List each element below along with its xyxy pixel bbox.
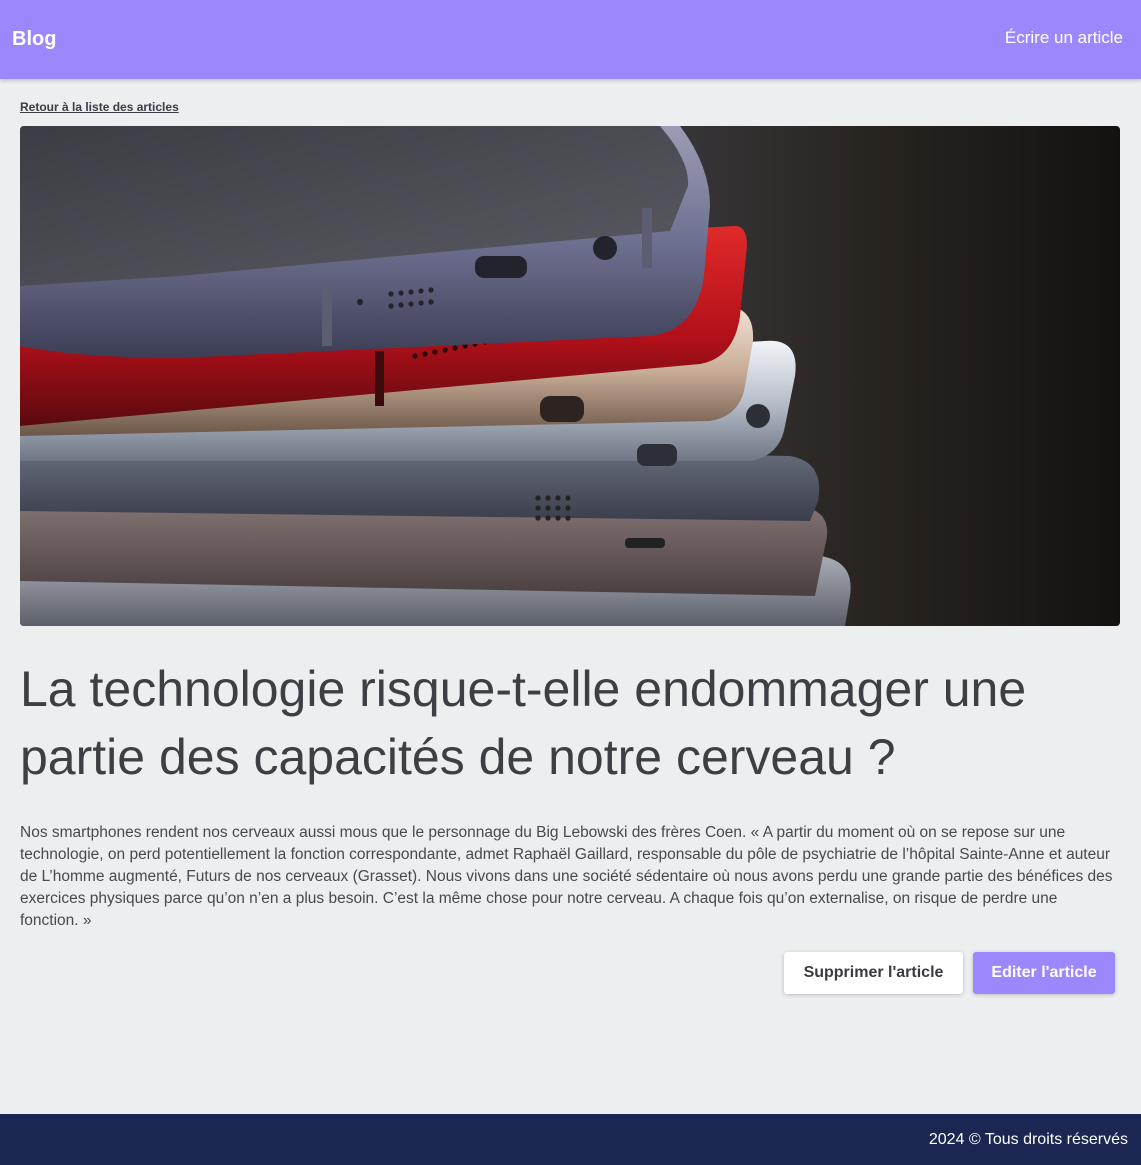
top-navbar: Blog Écrire un article	[0, 0, 1141, 79]
article-hero-image	[20, 126, 1120, 626]
write-article-link[interactable]: Écrire un article	[1005, 26, 1123, 50]
smartphones-stack-illustration	[20, 126, 1120, 626]
copyright-text: 2024 © Tous droits réservés	[928, 1131, 1128, 1148]
edit-article-button[interactable]: Editer l'article	[973, 952, 1115, 994]
brand-link[interactable]: Blog	[12, 26, 56, 52]
article-body: Nos smartphones rendent nos cerveaux aus…	[20, 824, 1113, 929]
back-to-list-link[interactable]: Retour à la liste des articles	[20, 99, 179, 115]
page-footer: 2024 © Tous droits réservés	[0, 1114, 1141, 1165]
delete-article-button[interactable]: Supprimer l'article	[784, 952, 963, 994]
article-title: La technologie risque-t-elle endommager …	[20, 661, 1027, 785]
